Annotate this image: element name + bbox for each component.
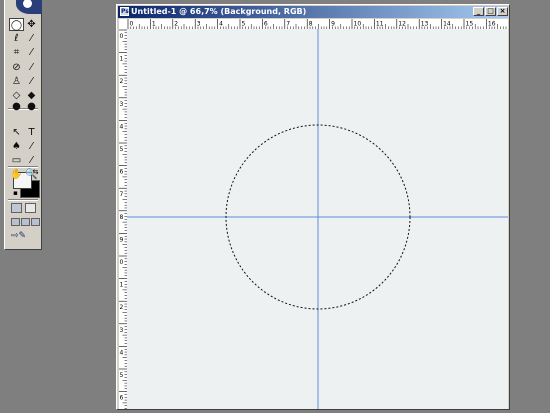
ruler-label: 8 — [120, 214, 124, 221]
full-screen-menu-mode-icon[interactable] — [21, 218, 30, 226]
minimize-button[interactable]: _ — [473, 7, 484, 16]
document-title: Untitled-1 @ 66,7% (Background, RGB) — [131, 7, 307, 16]
quick-mask-mode-icon[interactable] — [25, 203, 36, 213]
default-colors-icon[interactable]: ▪ — [11, 189, 20, 197]
document-window: Ps Untitled-1 @ 66,7% (Background, RGB) … — [116, 4, 510, 410]
ruler-label: 0 — [130, 21, 134, 28]
blur-tool-icon[interactable]: ● — [9, 100, 24, 113]
document-icon: Ps — [120, 7, 129, 16]
ruler-label: 9 — [120, 236, 124, 243]
ruler-label: 8 — [309, 21, 313, 28]
ruler-label: 9 — [331, 21, 335, 28]
ruler-label: 7 — [120, 191, 124, 198]
ruler-label: 6 — [120, 395, 124, 402]
line-tool-icon[interactable]: ⁄ — [24, 140, 39, 153]
ruler-label: 5 — [120, 372, 124, 379]
document-canvas[interactable] — [127, 29, 508, 409]
dodge-tool-icon[interactable]: ● — [24, 100, 39, 113]
jump-to-imageready-icon[interactable]: ⇨✎ — [11, 231, 26, 241]
ruler-label: 2 — [120, 78, 124, 85]
vertical-ruler[interactable]: 0 1 2 3 4 5 6 7 8 9 0 1 2 3 4 5 6 — [119, 29, 127, 409]
ruler-label: 2 — [120, 304, 124, 311]
maximize-button[interactable]: □ — [485, 7, 496, 16]
close-button[interactable]: × — [497, 7, 508, 16]
ruler-label: 4 — [120, 123, 124, 130]
ruler-label: 10 — [354, 21, 362, 28]
ruler-label: 15 — [466, 21, 474, 28]
full-screen-mode-icon[interactable] — [31, 218, 40, 226]
ruler-label: 6 — [264, 21, 268, 28]
document-title-bar[interactable]: Ps Untitled-1 @ 66,7% (Background, RGB) … — [118, 6, 508, 18]
toolbox-divider — [8, 199, 38, 201]
ruler-label: 1 — [152, 21, 156, 28]
type-tool-icon[interactable]: T — [24, 126, 39, 139]
ruler-label: 6 — [120, 169, 124, 176]
path-selection-tool-icon[interactable]: ↖ — [9, 126, 24, 139]
zoom-tool-icon[interactable]: 🔍 — [24, 168, 39, 181]
ruler-label: 2 — [174, 21, 178, 28]
ruler-label: 0 — [120, 33, 124, 40]
healing-brush-tool-icon[interactable]: ⊘ — [9, 61, 24, 74]
ruler-label: 3 — [120, 327, 124, 334]
ruler-label: 14 — [443, 21, 451, 28]
ruler-label: 13 — [421, 21, 429, 28]
ruler-label: 7 — [286, 21, 290, 28]
magic-wand-tool-icon[interactable]: ⁄ — [24, 32, 39, 45]
ruler-label: 5 — [120, 146, 124, 153]
ruler-label: 12 — [398, 21, 406, 28]
ruler-label: 4 — [219, 21, 223, 28]
ruler-label: 11 — [376, 21, 384, 28]
toolbox: ⇆ ▪ ⇨✎ ◯ ✥ ℓ ⁄ ⌗ ⁄ ⊘ ⁄ ♙ ⁄ ◇ ◆ ● ● ↖ T ♠ ⁄ ▭ ⁄ ✋ 🔍 — [4, 0, 42, 250]
ruler-label: 1 — [120, 56, 124, 63]
horizontal-ruler[interactable]: 0 1 2 3 4 5 6 7 8 9 10 11 12 13 14 15 16 — [127, 19, 508, 29]
lasso-tool-icon[interactable]: ℓ — [9, 32, 24, 45]
standard-mode-icon[interactable] — [11, 203, 22, 213]
ruler-label: 3 — [197, 21, 201, 28]
crop-tool-icon[interactable]: ⌗ — [9, 46, 24, 59]
clone-stamp-tool-icon[interactable]: ♙ — [9, 75, 24, 88]
notes-tool-icon[interactable]: ▭ — [9, 154, 24, 167]
move-tool-icon[interactable]: ✥ — [24, 18, 39, 31]
eyedropper-tool-icon[interactable]: ⁄ — [24, 154, 39, 167]
standard-screen-mode-icon[interactable] — [11, 218, 20, 226]
ruler-origin-corner[interactable] — [119, 19, 127, 29]
hand-tool-icon[interactable]: ✋ — [9, 168, 24, 181]
ruler-label: 0 — [120, 259, 124, 266]
ruler-label: 3 — [120, 101, 124, 108]
marquee-tool-icon[interactable]: ◯ — [9, 18, 24, 31]
history-brush-tool-icon[interactable]: ⁄ — [24, 75, 39, 88]
brush-tool-icon[interactable]: ⁄ — [24, 61, 39, 74]
photoshop-eye-logo[interactable] — [5, 0, 42, 15]
ruler-label: 5 — [242, 21, 246, 28]
ruler-label: 1 — [120, 282, 124, 289]
ruler-label: 16 — [488, 21, 496, 28]
ruler-label: 4 — [120, 349, 124, 356]
slice-tool-icon[interactable]: ⁄ — [24, 46, 39, 59]
pen-tool-icon[interactable]: ♠ — [9, 140, 24, 153]
